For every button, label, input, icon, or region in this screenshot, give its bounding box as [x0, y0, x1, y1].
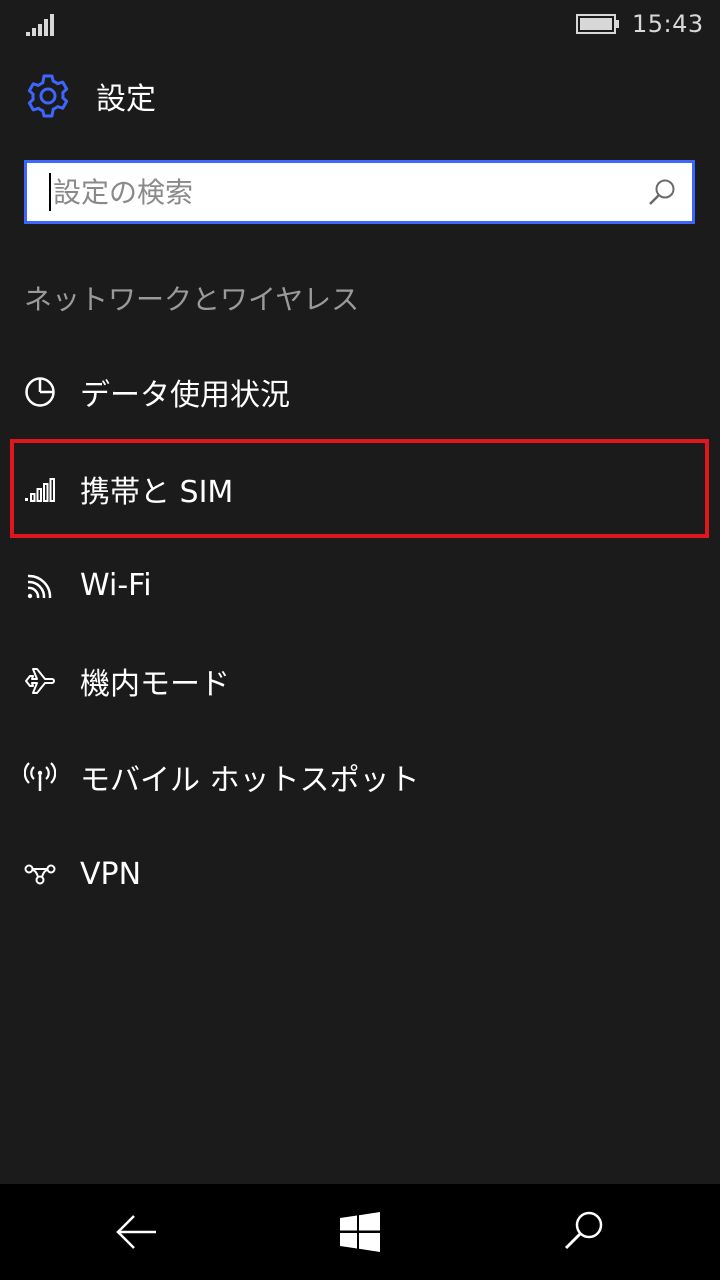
hotspot-icon [24, 762, 56, 791]
menu-item-label: データ使用状況 [80, 378, 290, 413]
battery-icon [576, 14, 619, 34]
search-icon[interactable] [560, 1208, 608, 1256]
page-header: 設定 [24, 72, 156, 120]
menu-item-cellular-sim[interactable]: 携帯と SIM [24, 449, 704, 529]
menu-item-data-usage[interactable]: データ使用状況 [24, 352, 704, 432]
signal-strength-icon [26, 14, 54, 36]
menu-item-label: VPN [80, 856, 142, 892]
section-heading: ネットワークとワイヤレス [24, 283, 360, 316]
airplane-icon [25, 668, 55, 694]
vpn-icon [24, 864, 56, 885]
menu-item-label: モバイル ホットスポット [80, 763, 420, 798]
menu-item-label: 携帯と SIM [80, 475, 234, 510]
search-icon[interactable] [646, 176, 678, 208]
menu-item-label: 機内モード [80, 667, 230, 702]
wifi-icon [27, 574, 52, 599]
windows-start-icon[interactable] [336, 1208, 384, 1256]
status-time: 15:43 [632, 10, 704, 38]
page-title: 設定 [96, 82, 156, 117]
menu-item-mobile-hotspot[interactable]: モバイル ホットスポット [24, 737, 704, 817]
menu-item-vpn[interactable]: VPN [24, 834, 704, 914]
navigation-bar [0, 1184, 720, 1280]
data-usage-pie-icon [25, 377, 55, 407]
menu-item-airplane-mode[interactable]: 機内モード [24, 641, 704, 721]
text-caret [49, 173, 51, 211]
settings-search-box[interactable] [24, 160, 695, 224]
gear-icon [27, 74, 69, 118]
cellular-signal-icon [25, 478, 55, 502]
menu-item-wifi[interactable]: Wi-Fi [24, 545, 704, 625]
back-arrow-icon[interactable] [112, 1208, 160, 1256]
status-bar: 15:43 [0, 0, 720, 50]
menu-item-label: Wi-Fi [80, 567, 152, 603]
search-input[interactable] [53, 175, 646, 209]
